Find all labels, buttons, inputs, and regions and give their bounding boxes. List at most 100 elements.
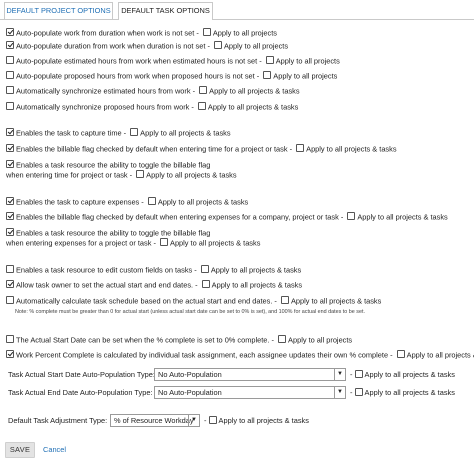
apply-checkbox[interactable] (396, 350, 405, 359)
option-checkbox[interactable] (6, 280, 14, 289)
apply-checkbox[interactable] (265, 56, 274, 65)
apply-label: Apply to all projects & tasks (290, 296, 382, 306)
option-checkbox[interactable] (6, 71, 14, 80)
apply-label: Apply to all projects & tasks (170, 238, 261, 248)
apply-checkbox[interactable] (160, 238, 169, 247)
apply-label: Apply to all projects (288, 335, 353, 345)
apply-checkbox[interactable] (202, 28, 211, 37)
option-checkbox[interactable] (6, 128, 14, 137)
option-row: Enables a task resource to edit custom f… (6, 264, 301, 275)
option-checkbox[interactable] (6, 86, 14, 95)
option-label: The Actual Start Date can be set when th… (16, 335, 274, 345)
option-label: Enables a task resource to edit custom f… (16, 265, 197, 275)
note-text: Note: % complete must be greater than 0 … (15, 309, 365, 315)
apply-checkbox[interactable] (347, 212, 356, 221)
option-row: Automatically synchronize proposed hours… (6, 101, 298, 112)
cancel-link[interactable]: Cancel (43, 443, 66, 456)
tab-default-project-options[interactable]: DEFAULT PROJECT OPTIONS (4, 2, 113, 19)
option-checkbox[interactable] (6, 265, 14, 274)
option-checkbox[interactable] (6, 56, 14, 65)
adjustment-type-select[interactable]: % of Resource Workday ▼ (110, 414, 200, 427)
actual-start-type-label: Task Actual Start Date Auto-Population T… (8, 370, 155, 379)
apply-checkbox[interactable] (130, 128, 139, 137)
apply-label: Apply to all projects (212, 28, 277, 38)
select-value: % of Resource Workday (114, 416, 194, 425)
apply-label: Apply to all projects & tasks (218, 416, 309, 425)
apply-checkbox[interactable] (213, 41, 222, 50)
apply-checkbox[interactable] (280, 296, 289, 305)
option-checkbox[interactable] (6, 197, 14, 206)
tab-bar: DEFAULT PROJECT OPTIONS DEFAULT TASK OPT… (0, 0, 474, 20)
actual-end-type-select[interactable]: No Auto-Population ▼ (154, 386, 346, 399)
option-label: Work Percent Complete is calculated by i… (16, 350, 393, 360)
option-row: Auto-populate duration from work when du… (6, 40, 288, 51)
apply-row: - Apply to all projects & tasks (350, 386, 455, 399)
option-row: Work Percent Complete is calculated by i… (6, 349, 474, 360)
option-label: Allow task owner to set the actual start… (16, 280, 198, 290)
apply-checkbox[interactable] (199, 86, 208, 95)
apply-label: Apply to all projects & tasks (357, 212, 448, 222)
option-row: Automatically synchronize estimated hour… (6, 85, 300, 96)
chevron-down-icon: ▼ (188, 415, 199, 426)
apply-checkbox[interactable] (201, 280, 210, 289)
save-button[interactable]: SAVE (5, 442, 35, 458)
option-label: Automatically calculate task schedule ba… (16, 296, 277, 306)
apply-label: Apply to all projects & tasks (146, 170, 237, 180)
apply-label: Apply to all projects & tasks (306, 144, 397, 154)
option-checkbox[interactable] (6, 41, 14, 50)
apply-checkbox[interactable] (278, 335, 287, 344)
option-checkbox[interactable] (6, 228, 14, 237)
apply-checkbox[interactable] (136, 170, 145, 179)
apply-label: Apply to all projects (223, 41, 289, 51)
option-label: Auto-populate proposed hours from work w… (16, 71, 260, 81)
tab-default-task-options[interactable]: DEFAULT TASK OPTIONS (118, 2, 213, 20)
chevron-down-icon: ▼ (334, 387, 345, 398)
option-row: Allow task owner to set the actual start… (6, 279, 302, 290)
apply-row: - Apply to all projects & tasks (350, 368, 455, 381)
option-checkbox[interactable] (6, 335, 14, 344)
apply-label: Apply to all projects (275, 56, 340, 66)
option-label: Enables the billable flag checked by def… (16, 144, 293, 154)
option-row: Auto-populate work from duration when wo… (6, 27, 277, 38)
option-checkbox[interactable] (6, 160, 14, 169)
option-label: Auto-populate duration from work when du… (16, 41, 210, 51)
option-row-continuation: when entering expenses for a project or … (6, 237, 260, 248)
option-checkbox[interactable] (6, 28, 14, 37)
apply-checkbox[interactable] (200, 265, 209, 274)
select-value: No Auto-Population (158, 388, 222, 397)
apply-checkbox[interactable] (296, 144, 305, 153)
option-label-line2: when entering time for project or task - (6, 170, 133, 180)
apply-label: Apply to all projects & tasks (157, 197, 249, 207)
option-checkbox[interactable] (6, 212, 14, 221)
option-checkbox[interactable] (6, 102, 14, 111)
option-label: Automatically synchronize estimated hour… (16, 86, 196, 96)
apply-checkbox[interactable] (147, 197, 156, 206)
apply-label: Apply to all projects & tasks (406, 350, 474, 360)
option-checkbox[interactable] (6, 296, 14, 305)
apply-checkbox[interactable] (354, 370, 363, 379)
dash-text: - (350, 370, 353, 379)
apply-checkbox[interactable] (354, 388, 363, 397)
option-row: Enables the billable flag checked by def… (6, 143, 397, 154)
apply-checkbox[interactable] (263, 71, 272, 80)
option-row: Auto-populate proposed hours from work w… (6, 70, 337, 81)
actual-start-type-select[interactable]: No Auto-Population ▼ (154, 368, 346, 381)
dash-text: - (204, 416, 207, 425)
apply-label: Apply to all projects & tasks (364, 370, 455, 379)
option-label: Enables the task to capture time - (16, 128, 127, 138)
apply-label: Apply to all projects (273, 71, 338, 81)
apply-checkbox[interactable] (208, 416, 217, 425)
apply-label: Apply to all projects & tasks (211, 280, 303, 290)
option-label: Enables the task to capture expenses - (16, 197, 144, 207)
option-row: Auto-populate estimated hours from work … (6, 55, 340, 66)
apply-checkbox[interactable] (197, 102, 206, 111)
option-label: Auto-populate estimated hours from work … (16, 56, 262, 66)
apply-label: Apply to all projects & tasks (210, 265, 302, 275)
dash-text: - (350, 388, 353, 397)
option-row: Automatically calculate task schedule ba… (6, 295, 381, 306)
chevron-down-icon: ▼ (334, 369, 345, 380)
option-checkbox[interactable] (6, 350, 14, 359)
apply-row: - Apply to all projects & tasks (204, 414, 309, 427)
option-label: Auto-populate work from duration when wo… (16, 28, 199, 38)
option-checkbox[interactable] (6, 144, 14, 153)
